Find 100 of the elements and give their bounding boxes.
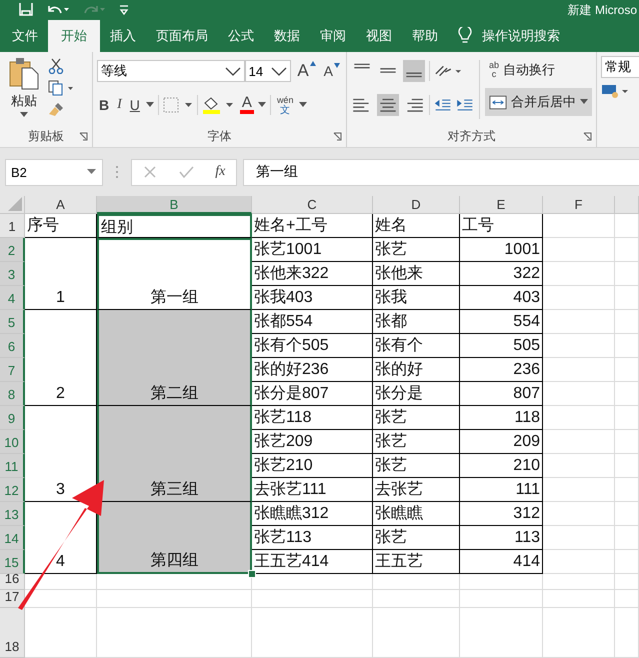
formula-field[interactable]: 第一组 <box>243 158 639 186</box>
launcher-icon[interactable] <box>583 132 592 141</box>
name-box[interactable]: B2 <box>5 158 103 186</box>
save-icon[interactable] <box>18 3 34 17</box>
table-cell: 去张艺111 <box>252 478 373 502</box>
table-cell: 王五艺 <box>373 550 460 574</box>
row-header[interactable]: 9 <box>0 406 25 430</box>
row-header[interactable]: 1 <box>0 214 25 238</box>
column-header[interactable]: D <box>373 196 460 214</box>
empty-cell <box>615 406 639 430</box>
row-header[interactable]: 4 <box>0 286 25 310</box>
customize-icon[interactable] <box>118 3 130 17</box>
row-header[interactable]: 17 <box>0 590 25 608</box>
row-header[interactable]: 10 <box>0 430 25 454</box>
row-header[interactable]: 3 <box>0 262 25 286</box>
table-cell: 张艺 <box>373 238 460 262</box>
empty-cell <box>543 286 615 310</box>
ribbon-tab[interactable]: 数据 <box>264 20 310 52</box>
italic-button[interactable]: I <box>115 97 124 113</box>
column-header[interactable]: A <box>25 196 97 214</box>
bold-button[interactable]: B <box>97 97 112 113</box>
table-cell: 张瞧瞧 <box>373 502 460 526</box>
table-cell[interactable]: 第四组 <box>97 502 252 574</box>
launcher-icon[interactable] <box>333 132 342 141</box>
decrease-indent-icon[interactable] <box>434 97 452 113</box>
table-cell[interactable]: 第二组 <box>97 310 252 406</box>
ribbon-tab[interactable]: 开始 <box>48 20 100 52</box>
fill-handle[interactable] <box>248 570 256 578</box>
paste-button[interactable]: 粘贴 <box>4 56 44 125</box>
chevron-down-icon <box>271 66 288 76</box>
table-cell: 554 <box>460 310 543 334</box>
merge-center-button[interactable]: 合并后居中 <box>485 88 592 116</box>
empty-cell <box>543 310 615 334</box>
table-cell: 403 <box>460 286 543 310</box>
ribbon-tab[interactable]: 文件 <box>2 20 48 52</box>
row-header[interactable]: 16 <box>0 574 25 590</box>
row-header[interactable]: 11 <box>0 454 25 478</box>
row-header[interactable]: 5 <box>0 310 25 334</box>
increase-indent-icon[interactable] <box>456 97 474 113</box>
row-header[interactable]: 8 <box>0 382 25 406</box>
caret-icon[interactable] <box>299 102 308 108</box>
row-header[interactable]: 2 <box>0 238 25 262</box>
fill-color-icon[interactable] <box>202 96 236 114</box>
launcher-icon[interactable] <box>79 132 88 141</box>
ribbon-tab[interactable]: 审阅 <box>310 20 356 52</box>
table-cell: 张艺 <box>373 526 460 550</box>
font-name-field[interactable]: 等线 <box>97 60 245 82</box>
row-header[interactable]: 14 <box>0 526 25 550</box>
table-cell: 张都554 <box>252 310 373 334</box>
column-header[interactable]: B <box>97 196 252 214</box>
row-header[interactable]: 18 <box>0 608 25 658</box>
ribbon-tab[interactable]: 帮助 <box>402 20 448 52</box>
row-header[interactable]: 12 <box>0 478 25 502</box>
table-cell: 1001 <box>460 238 543 262</box>
row-header[interactable]: 13 <box>0 502 25 526</box>
row-header[interactable]: 6 <box>0 334 25 358</box>
row-header[interactable]: 7 <box>0 358 25 382</box>
number-format-field[interactable]: 常规 <box>601 56 639 78</box>
empty-cell <box>543 238 615 262</box>
column-header[interactable]: F <box>543 196 615 214</box>
table-cell[interactable]: 第一组 <box>97 238 252 310</box>
font-color-button[interactable]: A <box>240 96 254 114</box>
column-header[interactable]: E <box>460 196 543 214</box>
caret-icon[interactable] <box>258 102 266 108</box>
ribbon-tab[interactable]: 公式 <box>218 20 264 52</box>
chevron-down-icon <box>224 66 241 76</box>
empty-cell <box>615 334 639 358</box>
column-header[interactable]: C <box>252 196 373 214</box>
empty-cell <box>543 478 615 502</box>
font-size-field[interactable]: 14 <box>244 60 292 82</box>
table-cell: 118 <box>460 406 543 430</box>
horizontal-align-icon[interactable] <box>377 94 399 116</box>
empty-cell <box>543 574 615 590</box>
table-cell: 807 <box>460 382 543 406</box>
group-label: 对齐方式 <box>448 128 496 144</box>
caret-icon[interactable] <box>146 102 154 108</box>
empty-cell <box>543 358 615 382</box>
shrink-font-button[interactable]: A <box>322 63 342 79</box>
empty-cell <box>615 608 639 658</box>
border-icon[interactable] <box>162 97 193 113</box>
empty-cell <box>543 526 615 550</box>
copy-icon[interactable] <box>48 80 74 96</box>
brush-icon[interactable] <box>48 102 64 118</box>
row-header[interactable]: 15 <box>0 550 25 574</box>
phonetic-button[interactable]: wén 文 <box>274 96 296 114</box>
merge-icon <box>489 94 507 110</box>
table-cell: 张艺118 <box>252 406 373 430</box>
vertical-align-icon[interactable] <box>403 60 425 82</box>
table-cell: 张艺 <box>373 454 460 478</box>
grow-font-button[interactable]: A <box>295 61 318 81</box>
insert-function-button[interactable]: fx <box>215 164 226 180</box>
table-cell[interactable]: 第三组 <box>97 406 252 502</box>
underline-button[interactable]: U <box>128 97 142 113</box>
ribbon-tab[interactable]: 视图 <box>356 20 402 52</box>
check-icon[interactable] <box>178 165 194 179</box>
tell-me-search[interactable]: 操作说明搜索 <box>482 20 560 52</box>
cut-icon[interactable] <box>48 58 64 74</box>
ribbon-tab[interactable]: 插入 <box>100 20 146 52</box>
empty-cell <box>543 454 615 478</box>
ribbon-tab[interactable]: 页面布局 <box>146 20 218 52</box>
